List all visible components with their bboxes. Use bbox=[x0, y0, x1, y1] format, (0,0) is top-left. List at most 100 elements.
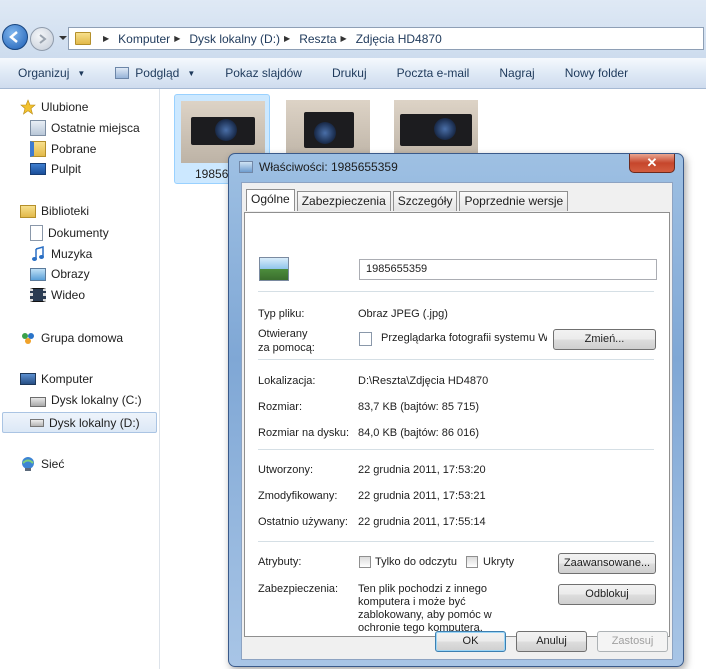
file-caption: 19856 bbox=[195, 167, 229, 181]
nav-desktop[interactable]: Pulpit bbox=[30, 162, 81, 176]
new-folder-button[interactable]: Nowy folder bbox=[565, 66, 628, 80]
nav-documents[interactable]: Dokumenty bbox=[30, 225, 109, 241]
nav-drive-d[interactable]: Dysk lokalny (D:) bbox=[2, 412, 157, 433]
modified-value: 22 grudnia 2011, 17:53:21 bbox=[358, 490, 486, 502]
readonly-checkbox[interactable] bbox=[359, 556, 371, 568]
system-drive-icon bbox=[30, 397, 46, 407]
video-film-icon bbox=[30, 288, 46, 302]
nav-computer[interactable]: Komputer bbox=[20, 372, 93, 386]
ok-button[interactable]: OK bbox=[435, 631, 506, 652]
music-note-icon bbox=[32, 246, 44, 261]
size-value: 83,7 KB (bajtów: 85 715) bbox=[358, 401, 480, 413]
breadcrumb-reszta[interactable]: Reszta ▶ bbox=[299, 32, 354, 46]
file-type-label: Typ pliku: bbox=[258, 308, 305, 320]
nav-videos[interactable]: Wideo bbox=[30, 288, 85, 302]
breadcrumb-label: Zdjęcia HD4870 bbox=[355, 31, 442, 46]
address-bar-area: ▶ Komputer ▶ Dysk lokalny (D:) ▶ Reszta ▶ Z… bbox=[0, 0, 706, 58]
nav-label: Pulpit bbox=[51, 162, 82, 176]
accessed-value: 22 grudnia 2011, 17:55:14 bbox=[358, 516, 486, 528]
explorer-window: ▶ Komputer ▶ Dysk lokalny (D:) ▶ Reszta ▶ Z… bbox=[0, 0, 706, 669]
dialog-title-bar: Właściwości: 1985655359 bbox=[239, 160, 398, 174]
tab-general[interactable]: Ogólne bbox=[246, 189, 295, 211]
tab-details[interactable]: Szczegóły bbox=[392, 191, 458, 211]
breadcrumb-arrow[interactable]: ▶ bbox=[99, 34, 116, 43]
properties-dialog: Właściwości: 1985655359 ✕ Ogólne Zabezpi… bbox=[228, 153, 684, 667]
chevron-down-icon: ▼ bbox=[187, 68, 196, 78]
nav-label: Ulubione bbox=[41, 100, 89, 114]
slideshow-button[interactable]: Pokaz slajdów bbox=[225, 66, 302, 80]
hidden-label: Ukryty bbox=[483, 556, 515, 568]
dialog-title: Właściwości: 1985655359 bbox=[259, 160, 398, 174]
nav-favorites[interactable]: Ulubione bbox=[20, 99, 88, 115]
breadcrumb-label: Dysk lokalny (D:) bbox=[189, 31, 281, 46]
nav-label: Dysk lokalny (C:) bbox=[51, 393, 142, 407]
apply-button[interactable]: Zastosuj bbox=[597, 631, 668, 652]
nav-label: Muzyka bbox=[51, 247, 93, 261]
pictures-icon bbox=[30, 267, 46, 281]
libraries-icon bbox=[20, 204, 36, 218]
computer-icon bbox=[20, 373, 36, 385]
breadcrumb-computer[interactable]: Komputer ▶ bbox=[118, 32, 187, 46]
hidden-checkbox[interactable] bbox=[466, 556, 478, 568]
opens-with-value: Przeglądarka fotografii systemu Wir bbox=[381, 332, 547, 344]
security-text: komputera i może być bbox=[358, 596, 466, 608]
dialog-body: Ogólne Zabezpieczenia Szczegóły Poprzedn… bbox=[241, 182, 673, 660]
homegroup-icon bbox=[22, 333, 34, 344]
advanced-button[interactable]: Zaawansowane... bbox=[558, 553, 656, 574]
nav-homegroup[interactable]: Grupa domowa bbox=[20, 330, 123, 346]
tab-previous-versions[interactable]: Poprzednie wersje bbox=[459, 191, 569, 211]
nav-label: Ostatnie miejsca bbox=[51, 121, 140, 135]
size-on-disk-label: Rozmiar na dysku: bbox=[258, 427, 350, 439]
preview-icon bbox=[115, 67, 130, 79]
created-value: 22 grudnia 2011, 17:53:20 bbox=[358, 464, 486, 476]
nav-libraries[interactable]: Biblioteki bbox=[20, 204, 89, 218]
separator bbox=[258, 449, 654, 450]
photo-viewer-icon bbox=[359, 332, 372, 346]
arrow-right-icon bbox=[39, 34, 47, 44]
address-path[interactable]: ▶ Komputer ▶ Dysk lokalny (D:) ▶ Reszta ▶ Z… bbox=[68, 27, 704, 50]
network-icon bbox=[22, 457, 34, 471]
nav-downloads[interactable]: Pobrane bbox=[30, 141, 96, 157]
nav-recent-places[interactable]: Ostatnie miejsca bbox=[30, 120, 140, 136]
back-button[interactable] bbox=[2, 24, 28, 50]
location-label: Lokalizacja: bbox=[258, 375, 316, 387]
nav-label: Dokumenty bbox=[48, 226, 109, 240]
drive-icon bbox=[30, 418, 44, 427]
tab-security[interactable]: Zabezpieczenia bbox=[296, 191, 391, 211]
print-button[interactable]: Drukuj bbox=[332, 66, 367, 80]
breadcrumb-zdjecia[interactable]: Zdjęcia HD4870 bbox=[356, 32, 442, 46]
nav-network[interactable]: Sieć bbox=[20, 456, 64, 472]
change-button[interactable]: Zmień... bbox=[553, 329, 656, 350]
preview-button[interactable]: Podgląd ▼ bbox=[115, 66, 195, 80]
nav-label: Dysk lokalny (D:) bbox=[49, 415, 140, 430]
modified-label: Zmodyfikowany: bbox=[258, 490, 338, 502]
file-name-input[interactable]: 1985655359 bbox=[359, 259, 657, 280]
image-file-icon bbox=[239, 161, 253, 173]
created-label: Utworzony: bbox=[258, 464, 314, 476]
separator bbox=[258, 541, 654, 542]
nav-label: Wideo bbox=[51, 288, 86, 302]
cancel-button[interactable]: Anuluj bbox=[516, 631, 587, 652]
security-label: Zabezpieczenia: bbox=[258, 583, 339, 595]
nav-music[interactable]: Muzyka bbox=[30, 246, 92, 262]
size-label: Rozmiar: bbox=[258, 401, 303, 413]
unblock-button[interactable]: Odblokuj bbox=[558, 584, 656, 605]
nav-pictures[interactable]: Obrazy bbox=[30, 267, 90, 281]
nav-label: Komputer bbox=[41, 372, 94, 386]
downloads-folder-icon bbox=[30, 141, 46, 157]
nav-label: Biblioteki bbox=[41, 204, 90, 218]
recent-pages-dropdown-icon[interactable] bbox=[58, 33, 68, 43]
breadcrumb-drive-d[interactable]: Dysk lokalny (D:) ▶ bbox=[189, 32, 297, 46]
nav-drive-c[interactable]: Dysk lokalny (C:) bbox=[30, 393, 142, 407]
general-tab-sheet: 1985655359 Typ pliku: Obraz JPEG (.jpg) … bbox=[244, 212, 670, 637]
email-button[interactable]: Poczta e-mail bbox=[397, 66, 470, 80]
breadcrumb-label: Reszta bbox=[299, 31, 337, 46]
forward-button[interactable] bbox=[30, 27, 54, 51]
organize-button[interactable]: Organizuj ▼ bbox=[18, 66, 85, 80]
close-button[interactable]: ✕ bbox=[629, 154, 675, 173]
organize-label: Organizuj bbox=[18, 66, 70, 80]
folder-icon bbox=[75, 32, 91, 45]
burn-button[interactable]: Nagraj bbox=[499, 66, 534, 80]
nav-label: Obrazy bbox=[51, 267, 90, 281]
separator bbox=[258, 291, 654, 292]
